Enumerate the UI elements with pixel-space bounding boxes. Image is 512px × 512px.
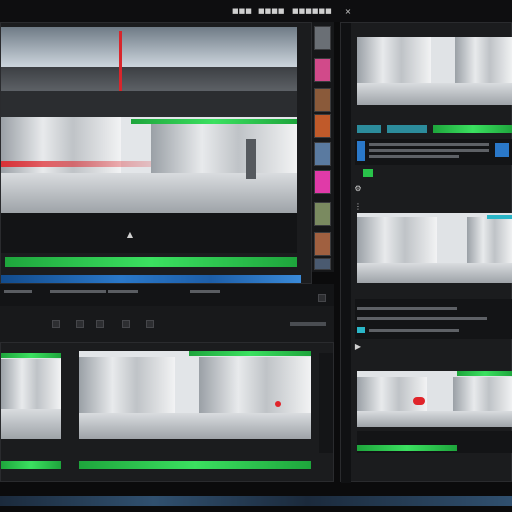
tab-b[interactable]: [387, 125, 427, 133]
timeline-green-track[interactable]: [5, 257, 297, 267]
bottom-preview-panel: [0, 342, 334, 482]
thumbnail-7[interactable]: [314, 202, 331, 226]
rp2-floor: [357, 263, 512, 283]
menu-item-1[interactable]: ■■■: [232, 7, 252, 15]
preview-a-green: [1, 353, 61, 358]
timeline-info-row: [0, 284, 334, 306]
mid-cyan-chip[interactable]: [357, 327, 365, 333]
rp3-wall-right: [453, 377, 512, 411]
rp2-wall-left: [357, 217, 437, 263]
right-tab-row: [357, 123, 512, 135]
rp3-green: [457, 371, 512, 376]
rp1-wall-left: [357, 37, 431, 83]
preview-b-wall-left: [79, 357, 175, 413]
right-bottom-controls: [357, 431, 512, 453]
right-column-gutter: [341, 23, 351, 483]
preview-b-floor: [79, 413, 311, 439]
marker-icon[interactable]: ▲: [125, 231, 135, 239]
mid-line-2: [357, 317, 487, 320]
play-icon[interactable]: ▶: [353, 343, 363, 351]
info-bar-1: [4, 290, 32, 293]
prop-line-2: [369, 149, 489, 152]
preview-b-green: [189, 351, 311, 356]
red-trail: [1, 161, 151, 167]
rp3-wall-left: [357, 377, 427, 411]
info-bar-4: [190, 290, 220, 293]
rp2-wall-right: [467, 217, 512, 263]
timeline-close-button[interactable]: [318, 294, 326, 302]
rp1-wall-right: [455, 37, 512, 83]
gear-icon[interactable]: ⚙: [353, 185, 363, 193]
menu-item-2[interactable]: ■■■■: [258, 7, 284, 15]
scene-figure: [246, 139, 256, 179]
main-viewport-panel: ▲: [0, 22, 312, 284]
tab-c[interactable]: [433, 125, 512, 133]
thumbnail-strip: [312, 22, 334, 272]
right-column-panel: ⚙ ⋮ ▶: [340, 22, 512, 483]
preview-b-wall-right: [199, 357, 311, 413]
status-strip: [0, 496, 512, 506]
preview-b-track[interactable]: [79, 461, 311, 469]
thumbnail-5[interactable]: [314, 142, 331, 166]
rp3-floor: [357, 411, 512, 427]
right-preview-3[interactable]: [357, 371, 512, 427]
scene-floor: [1, 173, 297, 213]
thumbnail-3[interactable]: [314, 88, 331, 112]
transport-row: [0, 306, 334, 342]
viewport-scene-top[interactable]: [1, 27, 297, 91]
scene-wall-band: [1, 67, 297, 91]
prop-line-1: [369, 143, 489, 146]
prop-blue-box[interactable]: [495, 143, 509, 157]
thumbnail-1[interactable]: [314, 26, 331, 50]
preview-a-floor: [1, 409, 61, 439]
preview-a-wall: [1, 359, 61, 409]
rp1-floor: [357, 83, 512, 105]
rp3-red-spot: [413, 397, 425, 405]
mid-properties: [355, 299, 512, 339]
viewport-scene-main[interactable]: [1, 117, 297, 213]
right-bottom-green-track[interactable]: [357, 445, 457, 451]
info-bar-3: [108, 290, 138, 293]
grip-icon[interactable]: ⋮: [353, 203, 363, 211]
preview-b-red-dot: [275, 401, 281, 407]
prop-green-chip[interactable]: [363, 169, 373, 177]
red-marker-line: [119, 31, 122, 91]
preview-a[interactable]: [1, 353, 61, 439]
transport-btn-5[interactable]: [146, 320, 154, 328]
transport-slider[interactable]: [290, 322, 326, 326]
properties-block: [355, 139, 512, 165]
thumbnail-4[interactable]: [314, 114, 331, 138]
mid-line-1: [357, 307, 457, 310]
transport-btn-2[interactable]: [76, 320, 84, 328]
transport-btn-4[interactable]: [122, 320, 130, 328]
right-preview-1[interactable]: [357, 37, 512, 105]
close-icon[interactable]: ×: [344, 8, 352, 16]
scene-green-highlight: [131, 119, 297, 124]
info-bar-2: [50, 290, 106, 293]
thumbnail-2[interactable]: [314, 58, 331, 82]
transport-btn-1[interactable]: [52, 320, 60, 328]
thumbnail-8[interactable]: [314, 232, 331, 256]
menu-item-3[interactable]: ■■■■■■: [292, 7, 332, 15]
mid-line-3: [369, 329, 459, 332]
prop-line-3: [369, 155, 459, 158]
menu-bar: ■■■ ■■■■ ■■■■■■ ×: [0, 0, 512, 22]
tab-a[interactable]: [357, 125, 381, 133]
preview-a-track[interactable]: [1, 461, 61, 469]
rp2-cyan-strip: [487, 215, 512, 219]
thumbnail-6[interactable]: [314, 170, 331, 194]
preview-scrollbar[interactable]: [319, 353, 333, 453]
viewport-controls: ▲: [1, 213, 297, 253]
viewport-gap: [1, 91, 297, 117]
thumbnail-9[interactable]: [314, 258, 331, 270]
prop-color-swatch[interactable]: [357, 141, 365, 161]
timeline-blue-track[interactable]: [1, 275, 301, 283]
preview-b[interactable]: [79, 351, 311, 439]
transport-btn-3[interactable]: [96, 320, 104, 328]
right-preview-2[interactable]: [357, 213, 512, 283]
